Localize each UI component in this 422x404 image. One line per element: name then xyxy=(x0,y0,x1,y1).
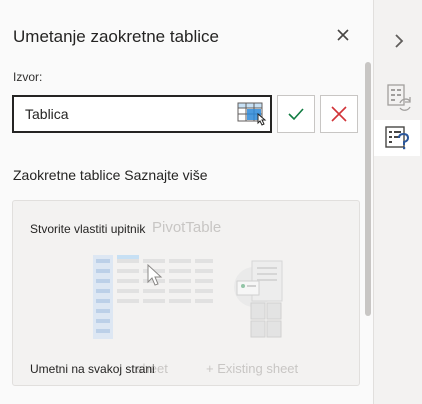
card-new-sheet-label: Umetni na svakoj strani xyxy=(30,362,155,376)
help-list-icon xyxy=(385,126,410,150)
checkmark-icon xyxy=(288,108,304,121)
source-label: Izvor: xyxy=(13,70,43,84)
table-select-icon xyxy=(237,102,267,126)
range-picker-button[interactable] xyxy=(237,102,269,126)
card-title: Stvorite vlastiti upitnik xyxy=(30,222,146,236)
pivot-table-task-pane: Umetanje zaokretne tablice Izvor: Tablic… xyxy=(0,0,374,404)
rail-help-button[interactable] xyxy=(374,120,420,156)
cancel-button[interactable] xyxy=(320,95,358,133)
pivot-illustration xyxy=(93,255,283,339)
card-ghost-existing-sheet: + Existing sheet xyxy=(206,361,299,376)
source-input[interactable] xyxy=(14,97,229,131)
x-icon xyxy=(331,106,347,122)
collapse-pane-button[interactable] xyxy=(388,30,410,52)
close-icon xyxy=(337,29,349,41)
rail-data-button[interactable] xyxy=(386,83,412,111)
pane-title: Umetanje zaokretne tablice xyxy=(13,27,220,46)
task-pane-rail xyxy=(374,0,422,404)
section-heading: Zaokretne tablice Saznajte više xyxy=(13,167,208,183)
new-pivot-card[interactable]: PivotTable Stvorite vlastiti upitnik she… xyxy=(12,200,360,386)
source-field[interactable] xyxy=(12,95,272,133)
close-button[interactable] xyxy=(332,24,354,46)
data-refresh-icon xyxy=(387,84,411,111)
ok-button[interactable] xyxy=(277,95,315,133)
card-ghost-title: PivotTable xyxy=(152,219,222,236)
chevron-right-icon xyxy=(395,34,404,48)
scrollbar-thumb[interactable] xyxy=(365,62,371,316)
